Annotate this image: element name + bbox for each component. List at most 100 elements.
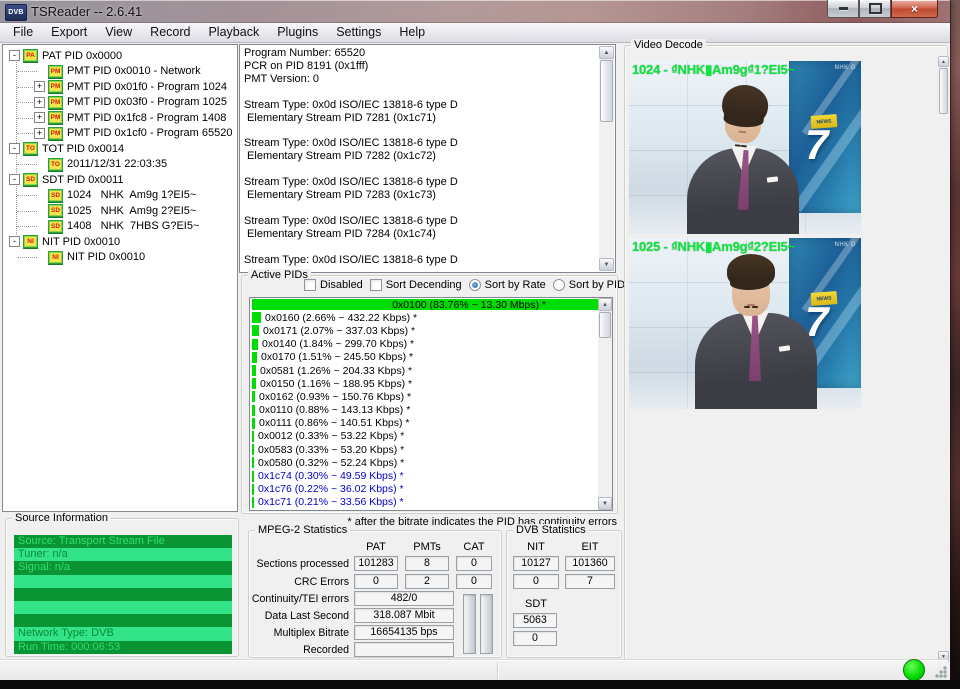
pid-label: 0x0100 (83.76% ~ 13.30 Mbps) *: [392, 299, 546, 311]
pid-row[interactable]: 0x0171 (2.07% ~ 337.03 Kbps) *: [250, 324, 612, 337]
pid-row[interactable]: 0x0110 (0.88% ~ 143.13 Kbps) *: [250, 404, 612, 417]
scroll-down-icon[interactable]: ▼: [598, 497, 612, 510]
pid-row[interactable]: 0x0111 (0.86% ~ 140.51 Kbps) *: [250, 417, 612, 430]
menu-file[interactable]: File: [4, 23, 42, 42]
scroll-up-icon[interactable]: ▲: [599, 46, 614, 59]
tree-expander-icon[interactable]: -: [9, 236, 20, 247]
sections-pmts-value: 8: [405, 556, 449, 571]
tree-expander-icon[interactable]: +: [34, 128, 45, 139]
tree-item-sdt-1025[interactable]: SD 1025 NHK Am9g 2?EI5~: [3, 203, 237, 219]
sections-cat-value: 0: [456, 556, 492, 571]
tree-item-pmt-65520[interactable]: +PMPMT PID 0x1cf0 - Program 65520: [3, 126, 237, 142]
tree-expander-icon[interactable]: -: [9, 143, 20, 154]
sdt-table-icon: SD: [48, 204, 63, 217]
source-info-table: Source: Transport Stream File Tuner: n/a…: [14, 535, 232, 654]
tree-expander-icon[interactable]: -: [9, 50, 20, 61]
tree-item-label: PMT PID 0x01f0 - Program 1024: [67, 81, 227, 93]
tree-item-pmt-1025[interactable]: +PMPMT PID 0x03f0 - Program 1025: [3, 95, 237, 111]
pid-row[interactable]: 0x0170 (1.51% ~ 245.50 Kbps) *: [250, 351, 612, 364]
eit-crc-value: 7: [565, 574, 615, 589]
tree-item-label: 1025 NHK Am9g 2?EI5~: [67, 205, 196, 217]
video-thumbnail-1024: NHK G NEWS 7 1024 - ₫NHK▮Am9g₫1?EI5~: [629, 61, 861, 234]
tree-expander-icon[interactable]: -: [9, 174, 20, 185]
program-scrollbar[interactable]: ▲ ▼: [599, 46, 614, 271]
checkbox-icon[interactable]: [304, 279, 316, 291]
menu-help[interactable]: Help: [390, 23, 434, 42]
menu-record[interactable]: Record: [141, 23, 199, 42]
tree-item-sdt-1024[interactable]: SD1024 NHK Am9g 1?EI5~: [3, 188, 237, 204]
sdt-label: SDT: [513, 598, 559, 610]
pid-row[interactable]: 0x0140 (1.84% ~ 299.70 Kbps) *: [250, 338, 612, 351]
menu-plugins[interactable]: Plugins: [268, 23, 327, 42]
tree-item-pmt-1024[interactable]: +PMPMT PID 0x01f0 - Program 1024: [3, 79, 237, 95]
scroll-down-icon[interactable]: ▼: [599, 258, 614, 271]
sort-by-pid-radio[interactable]: Sort by PID: [553, 279, 625, 291]
menu-playback[interactable]: Playback: [199, 23, 268, 42]
eit-sections-value: 101360: [565, 556, 615, 571]
pmts-column-header: PMTs: [405, 541, 449, 553]
video-overlay-label: 1024 - ₫NHK▮Am9g₫1?EI5~: [632, 62, 795, 78]
tree-item-pmt-network[interactable]: PMPMT PID 0x0010 - Network: [3, 64, 237, 80]
menu-export[interactable]: Export: [42, 23, 96, 42]
pid-row[interactable]: 0x0580 (0.32% ~ 52.24 Kbps) *: [250, 456, 612, 469]
tree-item-label: PMT PID 0x03f0 - Program 1025: [67, 96, 227, 108]
scroll-up-icon[interactable]: ▲: [938, 56, 949, 67]
pid-row[interactable]: 0x1c71 (0.21% ~ 33.56 Kbps) *: [250, 496, 612, 509]
menu-settings[interactable]: Settings: [327, 23, 390, 42]
pid-row[interactable]: 0x0583 (0.33% ~ 53.20 Kbps) *: [250, 443, 612, 456]
minimize-button[interactable]: [827, 0, 859, 18]
minimize-icon: [839, 7, 848, 10]
title-bar[interactable]: DVB TSReader -- 2.6.41 ×: [0, 0, 950, 23]
pid-row[interactable]: 0x0160 (2.66% ~ 432.22 Kbps) *: [250, 311, 612, 324]
radio-icon[interactable]: [469, 279, 481, 291]
news-anchor: [629, 238, 861, 409]
radio-label: Sort by PID: [569, 279, 625, 291]
sort-descending-checkbox[interactable]: Sort Decending: [370, 279, 462, 291]
maximize-button[interactable]: [859, 0, 891, 18]
disabled-checkbox[interactable]: Disabled: [304, 279, 363, 291]
tree-item-label: 1408 NHK 7HBS G?EI5~: [67, 220, 199, 232]
tree-item-nit-child[interactable]: NINIT PID 0x0010: [3, 250, 237, 266]
active-pids-list[interactable]: 0x0100 (83.76% ~ 13.30 Mbps) * 0x0160 (2…: [249, 297, 613, 511]
tree-expander-icon[interactable]: +: [34, 81, 45, 92]
data-last-second-label: Data Last Second: [249, 610, 349, 622]
pid-tree-panel[interactable]: -PAPAT PID 0x0000 PMPMT PID 0x0010 - Net…: [2, 44, 238, 512]
pid-row[interactable]: 0x0162 (0.93% ~ 150.76 Kbps) *: [250, 390, 612, 403]
news-anchor: [629, 61, 861, 234]
scrollbar-thumb[interactable]: [600, 60, 613, 122]
buffer-meter: [463, 594, 476, 654]
pid-row[interactable]: 0x0150 (1.16% ~ 188.95 Kbps) *: [250, 377, 612, 390]
tree-item-pmt-1408[interactable]: +PMPMT PID 0x1fc8 - Program 1408: [3, 110, 237, 126]
tree-item-label: PMT PID 0x1fc8 - Program 1408: [67, 112, 226, 124]
close-button[interactable]: ×: [891, 0, 938, 18]
program-info-panel[interactable]: Program Number: 65520 PCR on PID 8191 (0…: [239, 44, 616, 273]
menu-view[interactable]: View: [96, 23, 141, 42]
bitrate-bar: [252, 339, 258, 350]
bitrate-bar: [252, 365, 256, 376]
pid-row[interactable]: 0x1c74 (0.30% ~ 49.59 Kbps) *: [250, 469, 612, 482]
tree-expander-icon[interactable]: +: [34, 112, 45, 123]
video-decode-scrollbar[interactable]: ▲ ▼: [938, 56, 949, 662]
tree-item-sdt[interactable]: -SDSDT PID 0x0011: [3, 172, 237, 188]
sort-by-rate-radio[interactable]: Sort by Rate: [469, 279, 546, 291]
pid-row[interactable]: 0x1c76 (0.22% ~ 36.02 Kbps) *: [250, 483, 612, 496]
pid-row[interactable]: 0x0100 (83.76% ~ 13.30 Mbps) *: [250, 298, 612, 311]
tree-item-sdt-1408[interactable]: SD1408 NHK 7HBS G?EI5~: [3, 219, 237, 235]
tree-expander-icon[interactable]: +: [34, 97, 45, 108]
tree-item-tot-time[interactable]: TO2011/12/31 22:03:35: [3, 157, 237, 173]
resize-grip[interactable]: [934, 665, 947, 678]
scrollbar-thumb[interactable]: [939, 68, 948, 114]
radio-icon[interactable]: [553, 279, 565, 291]
source-row: Source: Transport Stream File: [14, 535, 232, 548]
scrollbar-thumb[interactable]: [599, 312, 611, 338]
pid-row[interactable]: 0x0581 (1.26% ~ 204.33 Kbps) *: [250, 364, 612, 377]
scroll-up-icon[interactable]: ▲: [598, 298, 612, 311]
tree-item-nit[interactable]: -NINIT PID 0x0010: [3, 234, 237, 250]
tree-item-tot[interactable]: -TOTOT PID 0x0014: [3, 141, 237, 157]
tree-item-pat[interactable]: -PAPAT PID 0x0000: [3, 48, 237, 64]
video-overlay-label: 1025 - ₫NHK▮Am9g₫2?EI5~: [632, 239, 795, 255]
pid-label: 0x0581 (1.26% ~ 204.33 Kbps) *: [260, 365, 412, 377]
checkbox-icon[interactable]: [370, 279, 382, 291]
pid-list-scrollbar[interactable]: ▲ ▼: [598, 298, 612, 510]
pid-row[interactable]: 0x0012 (0.33% ~ 53.22 Kbps) *: [250, 430, 612, 443]
